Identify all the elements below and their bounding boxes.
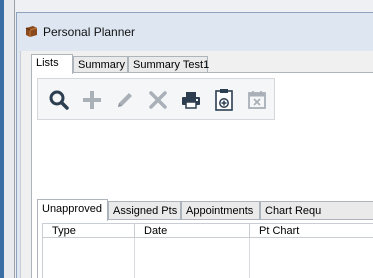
main-tabstrip: Lists Summary Summary Test1	[21, 51, 373, 74]
column-header-type[interactable]: Type	[43, 224, 135, 238]
print-button[interactable]	[176, 85, 206, 115]
tab-summary-test1[interactable]: Summary Test1	[128, 56, 209, 73]
column-header-date[interactable]: Date	[135, 224, 250, 238]
grid-column-type	[43, 238, 135, 278]
edit-button[interactable]	[110, 85, 140, 115]
title-bar[interactable]: Personal Planner	[17, 13, 373, 51]
window-title: Personal Planner	[43, 25, 136, 39]
clipboard-add-button[interactable]	[209, 85, 239, 115]
unapproved-grid: Type Date Pt Chart	[37, 219, 373, 278]
grid-column-date	[135, 238, 250, 278]
x-icon	[149, 91, 167, 109]
left-window-edge	[0, 0, 15, 278]
calendar-x-icon	[248, 91, 266, 109]
tab-appointments[interactable]: Appointments	[181, 201, 260, 220]
delete-button[interactable]	[143, 85, 173, 115]
list-tabstrip: Unapproved Assigned Pts Appointments Cha…	[37, 198, 373, 221]
tab-lists[interactable]: Lists	[31, 54, 73, 74]
search-icon	[49, 90, 69, 110]
pencil-icon	[118, 93, 132, 107]
tab-summary[interactable]: Summary	[73, 56, 128, 73]
client-area: Lists Summary Summary Test1 Unapproved A…	[20, 51, 373, 278]
search-button[interactable]	[44, 85, 74, 115]
calendar-remove-button[interactable]	[242, 85, 272, 115]
printer-icon	[182, 92, 200, 109]
planner-book-icon	[25, 26, 38, 37]
action-toolbar	[37, 78, 275, 120]
plus-icon	[83, 91, 101, 109]
add-button[interactable]	[77, 85, 107, 115]
personal-planner-window: Personal Planner Lists Summary Summary T…	[16, 12, 373, 278]
tab-chart-requ[interactable]: Chart Requ	[260, 201, 373, 220]
clipboard-plus-icon	[215, 89, 233, 111]
column-header-pt-chart[interactable]: Pt Chart	[250, 224, 373, 238]
tab-unapproved[interactable]: Unapproved	[37, 199, 108, 221]
tab-assigned-pts[interactable]: Assigned Pts	[108, 201, 181, 220]
lists-panel: Unapproved Assigned Pts Appointments Cha…	[31, 72, 373, 278]
grid-table: Type Date Pt Chart	[42, 223, 373, 278]
